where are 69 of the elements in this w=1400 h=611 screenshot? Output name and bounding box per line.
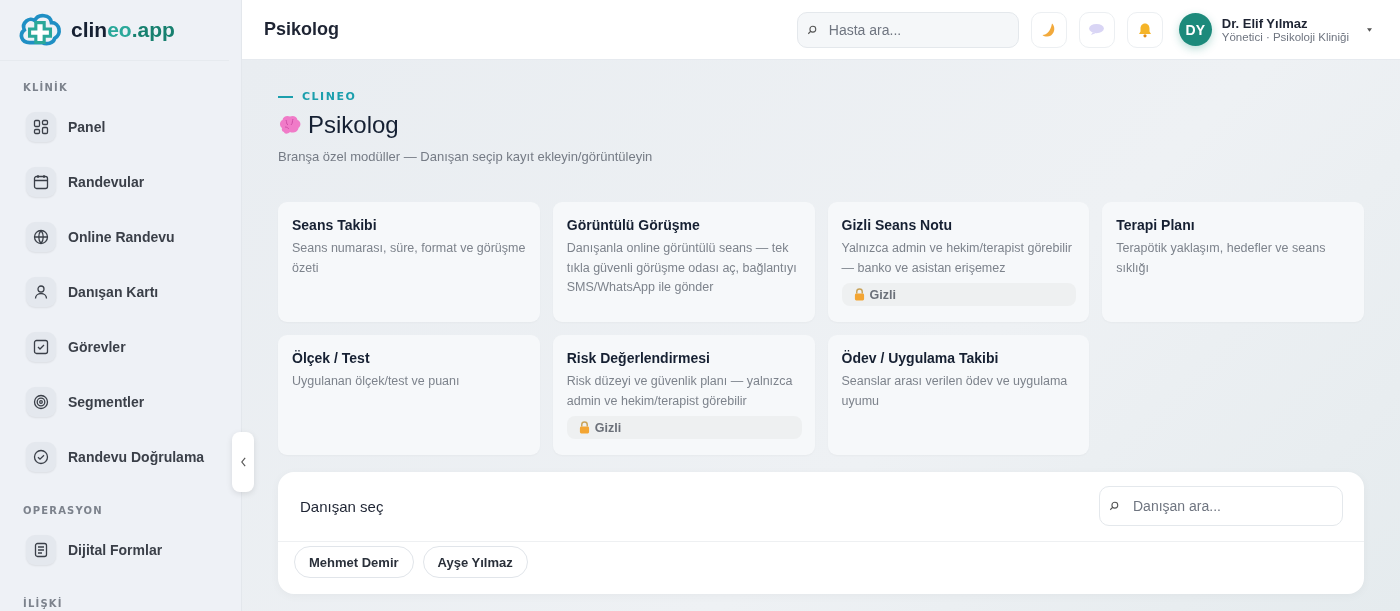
lock-icon (853, 288, 865, 301)
document-icon (33, 541, 49, 558)
checkbox-icon (33, 338, 49, 355)
target-icon (33, 393, 49, 410)
notifications-button[interactable] (1126, 11, 1163, 48)
search-icon (1109, 501, 1119, 511)
card-title: Ödev / Uygulama Takibi (841, 350, 1000, 366)
search-field[interactable]: Hasta ara... (796, 11, 1019, 48)
card-description: Uygulanan ölçek/test ve puanı (292, 373, 461, 390)
module-card[interactable]: Gizli Seans Notu Yalnızca admin ve hekim/terapist görebilir — banko ve asistan erişemez Gizli (827, 202, 1090, 322)
badge-label: Gizli (869, 287, 896, 302)
module-card[interactable]: Seans Takibi Seans numarası, süre, format ve görüşme özeti (278, 202, 540, 322)
badge-label: Gizli (594, 420, 622, 435)
theme-button[interactable] (1030, 11, 1067, 48)
card-title: Görüntülü Görüşme (566, 217, 701, 233)
collapse-button[interactable] (232, 432, 254, 492)
sidebar-item[interactable]: Randevular (0, 154, 145, 209)
client-chip[interactable]: Mehmet Demir (294, 546, 414, 578)
card-description: Terapötik yaklaşım, hedefler ve seans sıklığı (1116, 240, 1327, 277)
dropdown-caret-icon[interactable] (1367, 27, 1372, 32)
card-title: Gizli Seans Notu (841, 217, 953, 233)
sidebar-item[interactable]: Görevler (0, 319, 126, 374)
card-description: Seans numarası, süre, format ve görüşme özeti (292, 240, 527, 277)
sidebar-item[interactable]: Online Randevu (0, 209, 175, 264)
globe-icon (33, 228, 49, 245)
module-card[interactable]: Risk Değerlendirmesi Risk düzeyi ve güvenlik planı — yalnızca admin ve hekim/terapist görebilir Gizli (552, 335, 815, 455)
calendar-icon (33, 173, 49, 190)
sidebar-item[interactable]: Panel (0, 99, 106, 154)
brand-name: clineo.app (71, 18, 175, 42)
card-description: Seanslar arası verilen ödev ve uygulama uyumu (841, 373, 1069, 410)
card-description: Risk düzeyi ve güvenlik planı — yalnızca admin ve hekim/terapist görebilir (566, 373, 794, 410)
card-description: Danışanla online görüntülü seans — tek tıkla güvenli görüşme odası aç, bağlantıyı SMS/WhatsApp ile gönder (566, 240, 798, 296)
panel-title: Danışan seç (300, 497, 384, 515)
brain-icon (278, 114, 302, 136)
sidebar-item[interactable]: Randevu Doğrulama (0, 429, 205, 484)
page-heading: Psikolog (308, 111, 399, 139)
module-card[interactable]: Ödev / Uygulama Takibi Seanslar arası verilen ödev ve uygulama uyumu (827, 335, 1090, 455)
section-heading: OPERASYON (22, 504, 104, 518)
user-name: Dr. Elif Yılmaz (1221, 16, 1309, 31)
check-circle-icon (33, 448, 49, 465)
search-icon (806, 24, 817, 35)
card-title: Ölçek / Test (292, 350, 371, 366)
grid-icon (33, 118, 49, 135)
module-card[interactable]: Terapi Planı Terapötik yaklaşım, hedefler ve seans sıklığı (1102, 202, 1364, 322)
person-icon (33, 283, 49, 300)
messages-button[interactable] (1078, 11, 1115, 48)
user-role: Yönetici · Psikoloji Kliniği (1221, 31, 1349, 43)
section-heading: İLİŞKİ (22, 596, 64, 611)
speech-bubble-icon (1088, 23, 1106, 36)
lock-icon (578, 421, 590, 434)
page-subtitle: Branşa özel modüller — Danışan seçip kayıt ekleyin/görüntüleyin (278, 149, 654, 164)
page-title: Psikolog (264, 19, 339, 40)
sidebar-item[interactable]: Segmentler (0, 374, 145, 429)
card-title: Terapi Planı (1116, 217, 1196, 233)
avatar[interactable]: DY (1178, 13, 1212, 46)
module-card[interactable]: Görüntülü Görüşme Danışanla online görüntülü seans — tek tıkla güvenli görüşme odası aç, bağlantıyı SMS/WhatsApp ile gönder (552, 202, 815, 322)
sidebar-item[interactable]: Danışan Kartı (0, 264, 159, 319)
module-card[interactable]: Ölçek / Test Uygulanan ölçek/test ve puanı (278, 335, 540, 455)
chevron-left-icon (239, 457, 247, 467)
eyebrow-label: CLINEO (302, 90, 357, 103)
bell-icon (1136, 21, 1153, 38)
card-description: Yalnızca admin ve hekim/terapist görebilir — banko ve asistan erişemez (841, 240, 1073, 277)
moon-icon (1040, 21, 1057, 38)
card-title: Seans Takibi (292, 217, 378, 233)
section-heading: KLİNİK (22, 80, 69, 95)
client-search-field[interactable]: Danışan ara... (1099, 486, 1343, 526)
client-chip[interactable]: Ayşe Yılmaz (422, 546, 528, 578)
card-title: Risk Değerlendirmesi (566, 350, 711, 366)
sidebar-item[interactable]: Dijital Formlar (0, 522, 163, 577)
